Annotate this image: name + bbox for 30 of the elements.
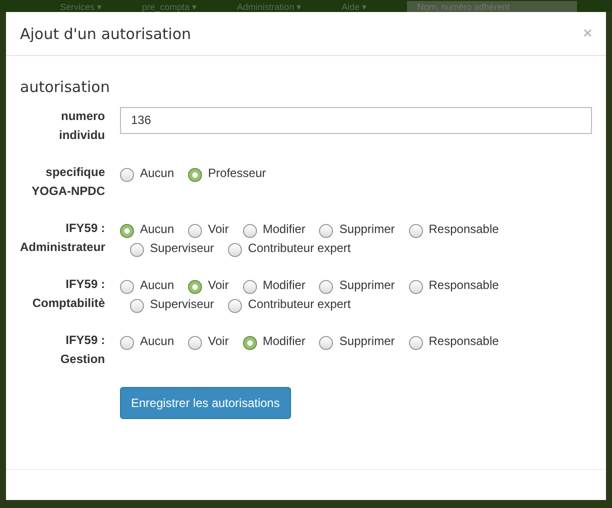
radio-option[interactable]: Voir — [188, 332, 229, 350]
radio-option[interactable]: Responsable — [408, 220, 499, 238]
save-button[interactable]: Enregistrer les autorisations — [120, 386, 291, 418]
number-input-field[interactable]: 136 — [120, 106, 592, 134]
radio-option[interactable]: Aucun — [120, 276, 174, 294]
field-label: IFY59 : Administrateur — [20, 220, 105, 256]
radio-option[interactable]: Contributeur expert — [228, 240, 351, 256]
field-label: numero individu — [58, 108, 105, 144]
modal-title: Ajout d'un autorisation — [20, 24, 192, 42]
radio-option[interactable]: Aucun — [120, 220, 174, 238]
radio-option[interactable]: Responsable — [408, 332, 499, 350]
radio-option[interactable]: Supprimer — [319, 332, 395, 350]
radio-option[interactable]: Responsable — [408, 276, 499, 294]
radio-option[interactable]: Voir — [188, 220, 229, 238]
radio-option[interactable]: Modifier — [242, 220, 306, 238]
radio-option[interactable]: Superviseur — [130, 296, 214, 312]
radio-option[interactable]: Voir — [188, 276, 229, 294]
radio-option[interactable]: Supprimer — [319, 276, 395, 294]
field-label: IFY59 : Gestion — [59, 332, 105, 368]
radio-option[interactable]: Professeur — [188, 164, 266, 182]
radio-option[interactable]: Aucun — [120, 164, 174, 182]
field-label: IFY59 : Comptabilitè — [31, 276, 105, 312]
radio-option[interactable]: Modifier — [242, 332, 306, 350]
radio-option[interactable]: Supprimer — [319, 220, 395, 238]
radio-option[interactable]: Contributeur expert — [228, 296, 351, 312]
field-label: specifique YOGA-NPDC — [30, 164, 105, 200]
section-legend: autorisation — [20, 76, 110, 98]
radio-option[interactable]: Superviseur — [130, 240, 214, 256]
radio-option[interactable]: Modifier — [242, 276, 306, 294]
radio-option[interactable]: Aucun — [120, 332, 174, 350]
